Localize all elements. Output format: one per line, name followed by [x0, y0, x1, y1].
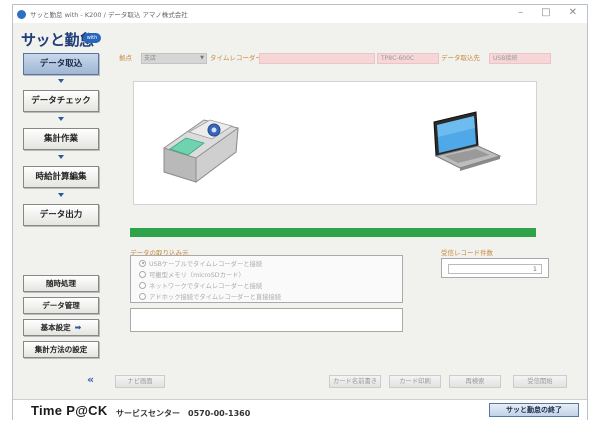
location-select[interactable]: 支店 ▼ [141, 53, 207, 64]
retrieval-option-label: 可搬型メモリ（microSDカード） [149, 271, 245, 279]
step-data-import-button[interactable]: データ取込 [23, 53, 99, 75]
card-name-button[interactable]: カード名前書き [329, 375, 381, 388]
retrieval-option-label: ネットワークでタイムレコーダーと接続 [149, 282, 263, 290]
time-recorder-icon [163, 119, 239, 183]
progress-bar [130, 228, 536, 237]
sidebar: サッと勤怠 with データ取込 データチェック 集計作業 時給計算編集 データ… [13, 23, 109, 399]
close-icon[interactable]: ✕ [569, 7, 577, 18]
laptop-icon [433, 111, 502, 171]
data-management-button[interactable]: データ管理 [23, 297, 99, 314]
device-illustration [133, 81, 537, 205]
minimize-icon[interactable]: – [518, 7, 523, 18]
recorder-label: タイムレコーダー [210, 54, 262, 62]
step-data-output-button[interactable]: データ出力 [23, 204, 99, 226]
receive-start-button[interactable]: 受信開始 [513, 375, 567, 388]
retrieval-option-label: アドホック接続でタイムレコーダーと直接接続 [149, 293, 282, 301]
radio-icon [139, 292, 146, 300]
status-box [130, 308, 403, 332]
location-label: 拠点 [119, 54, 132, 62]
aggregation-settings-button[interactable]: 集計方法の設定 [23, 341, 99, 358]
radio-icon [139, 270, 146, 278]
source-label: データ取込先 [441, 54, 480, 62]
retrieval-option-adhoc[interactable]: アドホック接続でタイムレコーダーと直接接続 [139, 291, 281, 301]
received-count-title: 受信レコード件数 [441, 249, 493, 257]
received-count-group: 1 [441, 258, 549, 278]
received-count-value: 1 [448, 264, 542, 274]
dropdown-arrow-icon: ▼ [200, 55, 204, 61]
arrow-right-icon: ➡ [74, 323, 82, 332]
chevron-down-icon [58, 193, 64, 197]
radio-icon [139, 281, 146, 289]
logo-badge: with [83, 33, 101, 43]
maximize-icon[interactable]: □ [541, 7, 550, 18]
title-bar: サッと勤怠 with - K200 / データ取込 アマノ株式会社 – □ ✕ [13, 5, 587, 23]
app-window: サッと勤怠 with - K200 / データ取込 アマノ株式会社 – □ ✕ … [12, 4, 588, 421]
app-icon [17, 9, 26, 19]
radio-icon [139, 259, 146, 267]
location-value: 支店 [144, 55, 157, 62]
chevron-down-icon [58, 117, 64, 121]
source-field: USB接続 [489, 53, 551, 64]
basic-settings-label: 基本設定 [40, 323, 71, 332]
illustration-svg [163, 111, 502, 183]
footer: Time P@CK サービスセンター 0570-00-1360 サッと勤怠の終了 [13, 399, 587, 421]
step-hourly-edit-button[interactable]: 時給計算編集 [23, 166, 99, 188]
retrieval-option-network[interactable]: ネットワークでタイムレコーダーと接続 [139, 280, 262, 290]
retrieval-option-usb[interactable]: USBケーブルでタイムレコーダーと接続 [139, 258, 262, 268]
recorder-name-field [259, 53, 375, 64]
adhoc-process-button[interactable]: 随時処理 [23, 275, 99, 292]
service-center-text: サービスセンター 0570-00-1360 [116, 409, 251, 418]
nav-screen-button[interactable]: ナビ画面 [115, 375, 165, 388]
chevron-down-icon [58, 79, 64, 83]
step-aggregate-button[interactable]: 集計作業 [23, 128, 99, 150]
card-print-button[interactable]: カード印刷 [389, 375, 441, 388]
basic-settings-button[interactable]: 基本設定 ➡ [23, 319, 99, 336]
recorder-model-field: TP8C-600C [377, 53, 439, 64]
retrieval-option-sd[interactable]: 可搬型メモリ（microSDカード） [139, 269, 245, 279]
chevron-down-icon [58, 155, 64, 159]
window-title: サッと勤怠 with - K200 / データ取込 アマノ株式会社 [30, 11, 188, 19]
exit-app-button[interactable]: サッと勤怠の終了 [489, 403, 579, 417]
brand-logo: Time P@CK [31, 403, 108, 418]
recheck-button[interactable]: 再検索 [449, 375, 501, 388]
step-data-check-button[interactable]: データチェック [23, 90, 99, 112]
retrieval-group: USBケーブルでタイムレコーダーと接続 可搬型メモリ（microSDカード） ネ… [130, 255, 403, 303]
retrieval-option-label: USBケーブルでタイムレコーダーと接続 [149, 260, 263, 268]
collapse-sidebar-icon[interactable]: « [87, 373, 94, 386]
